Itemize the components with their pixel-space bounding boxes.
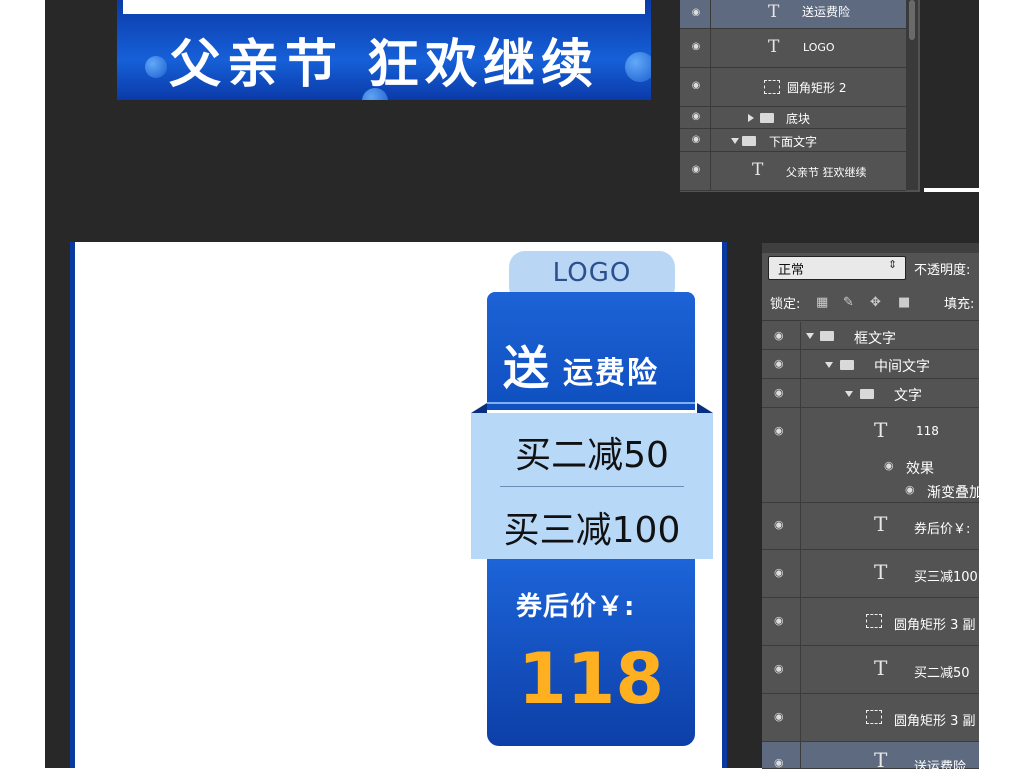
collapse-arrow-icon[interactable] bbox=[845, 391, 853, 397]
banner-title: 父亲节 狂欢继续 bbox=[168, 35, 600, 95]
banner-white-strip bbox=[123, 0, 645, 14]
layer-label: 下面文字 bbox=[769, 135, 818, 149]
collapse-arrow-icon[interactable] bbox=[825, 362, 833, 368]
expand-arrow-icon[interactable] bbox=[748, 114, 754, 122]
text-layer-icon: T bbox=[874, 560, 888, 584]
text-layer-icon: T bbox=[874, 656, 888, 680]
eye-icon[interactable]: ◉ bbox=[774, 614, 784, 627]
layer-label: 送运费险 bbox=[802, 5, 851, 19]
layer-label: 买二减50 bbox=[914, 666, 970, 681]
logo-text: LOGO bbox=[552, 258, 632, 288]
eye-icon[interactable]: ◉ bbox=[905, 483, 915, 496]
layer-row[interactable]: ◉ T 送运费险 bbox=[680, 0, 906, 29]
eye-icon[interactable]: ◉ bbox=[884, 459, 894, 472]
layer-label: 中间文字 bbox=[874, 359, 930, 375]
layer-label: LOGO bbox=[803, 41, 835, 54]
blend-mode-value: 正常 bbox=[778, 263, 805, 278]
text-layer-icon: T bbox=[752, 160, 764, 180]
lock-label: 锁定: bbox=[770, 297, 801, 312]
text-layer-icon: T bbox=[768, 37, 780, 57]
eye-icon[interactable]: ◉ bbox=[690, 41, 702, 53]
eye-icon[interactable]: ◉ bbox=[774, 329, 784, 342]
layer-label: 圆角矩形 3 副 bbox=[894, 618, 976, 633]
eye-icon[interactable]: ◉ bbox=[690, 111, 702, 123]
panel-gap bbox=[924, 188, 980, 192]
layer-label: 父亲节 狂欢继续 bbox=[786, 166, 867, 179]
layer-row[interactable]: ◉ T LOGO bbox=[680, 29, 906, 68]
collapse-arrow-icon[interactable] bbox=[806, 333, 814, 339]
deal-text-1: 买二减50 bbox=[515, 435, 669, 476]
panel-tab-strip bbox=[762, 243, 979, 253]
text-layer-icon: T bbox=[874, 418, 888, 442]
scrollbar-thumb[interactable] bbox=[909, 0, 915, 40]
eye-icon[interactable]: ◉ bbox=[774, 424, 784, 437]
layer-label: 买三减100 bbox=[914, 570, 978, 585]
layer-label: 券后价￥: bbox=[914, 522, 971, 537]
folder-icon bbox=[840, 360, 854, 370]
ribbon-fold-left bbox=[471, 403, 487, 413]
layer-row[interactable]: ◉ 圆角矩形 2 bbox=[680, 68, 906, 107]
text-layer-icon: T bbox=[874, 748, 888, 772]
right-margin bbox=[979, 0, 1024, 768]
folder-icon bbox=[820, 331, 834, 341]
eye-icon[interactable]: ◉ bbox=[774, 518, 784, 531]
price-label: 券后价￥: bbox=[516, 592, 636, 622]
text-layer-icon: T bbox=[768, 2, 780, 22]
lock-move-icon[interactable]: ✥ bbox=[870, 295, 881, 310]
eye-icon[interactable]: ◉ bbox=[774, 662, 784, 675]
shape-layer-icon bbox=[866, 710, 882, 724]
shape-layer-icon bbox=[764, 80, 780, 94]
eye-icon[interactable]: ◉ bbox=[690, 7, 702, 19]
folder-icon bbox=[760, 113, 774, 123]
lock-transparent-icon[interactable]: ▦ bbox=[816, 295, 828, 310]
fill-label: 填充: bbox=[944, 297, 975, 312]
eye-icon[interactable]: ◉ bbox=[774, 756, 784, 769]
price-value: 118 bbox=[517, 638, 665, 720]
layer-label: 圆角矩形 2 bbox=[787, 81, 847, 95]
layer-group-row[interactable] bbox=[762, 350, 979, 379]
folder-icon bbox=[860, 389, 874, 399]
eye-icon[interactable]: ◉ bbox=[774, 357, 784, 370]
eye-icon[interactable]: ◉ bbox=[774, 566, 784, 579]
badge-title-small: 运费险 bbox=[563, 356, 659, 391]
layer-label: 118 bbox=[916, 424, 939, 438]
layer-label: 圆角矩形 3 副 bbox=[894, 714, 976, 729]
panel-separator bbox=[762, 320, 979, 321]
layers-panel-top: ◉ T 送运费险 ◉ T LOGO ◉ 圆角矩形 2 ◉ 底块 ◉ 下面文字 ◉… bbox=[680, 0, 920, 192]
eye-icon[interactable]: ◉ bbox=[690, 134, 702, 146]
ribbon-fold-right bbox=[697, 403, 713, 413]
layer-label: 框文字 bbox=[854, 331, 896, 347]
effect-label: 渐变叠加 bbox=[927, 485, 983, 501]
eye-icon[interactable]: ◉ bbox=[690, 80, 702, 92]
layer-group-row[interactable]: ◉ 下面文字 bbox=[680, 129, 906, 152]
badge-divider bbox=[487, 402, 695, 404]
layer-label: 送运费险 bbox=[914, 760, 967, 775]
eye-icon[interactable]: ◉ bbox=[774, 710, 784, 723]
text-layer-icon: T bbox=[874, 512, 888, 536]
layer-row[interactable]: ◉ T 父亲节 狂欢继续 bbox=[680, 152, 906, 191]
eye-icon[interactable]: ◉ bbox=[690, 164, 702, 176]
layer-group-row[interactable]: ◉ 底块 bbox=[680, 107, 906, 129]
effects-label: 效果 bbox=[906, 461, 934, 477]
select-arrows-icon: ⇕ bbox=[888, 258, 898, 271]
lock-all-icon[interactable]: ■ bbox=[898, 295, 910, 310]
badge-title-big: 送 bbox=[503, 341, 549, 395]
layer-label: 文字 bbox=[894, 388, 922, 404]
top-banner: 父亲节 狂欢继续 bbox=[117, 0, 651, 100]
lock-brush-icon[interactable]: ✎ bbox=[843, 295, 854, 310]
collapse-arrow-icon[interactable] bbox=[731, 138, 739, 144]
layer-label: 底块 bbox=[786, 112, 811, 126]
panel-column-divider bbox=[800, 322, 801, 768]
opacity-label: 不透明度: bbox=[914, 263, 971, 278]
folder-icon bbox=[742, 136, 756, 146]
shape-layer-icon bbox=[866, 614, 882, 628]
deal-divider bbox=[500, 486, 684, 487]
eye-icon[interactable]: ◉ bbox=[774, 386, 784, 399]
deal-text-2: 买三减100 bbox=[503, 510, 681, 551]
